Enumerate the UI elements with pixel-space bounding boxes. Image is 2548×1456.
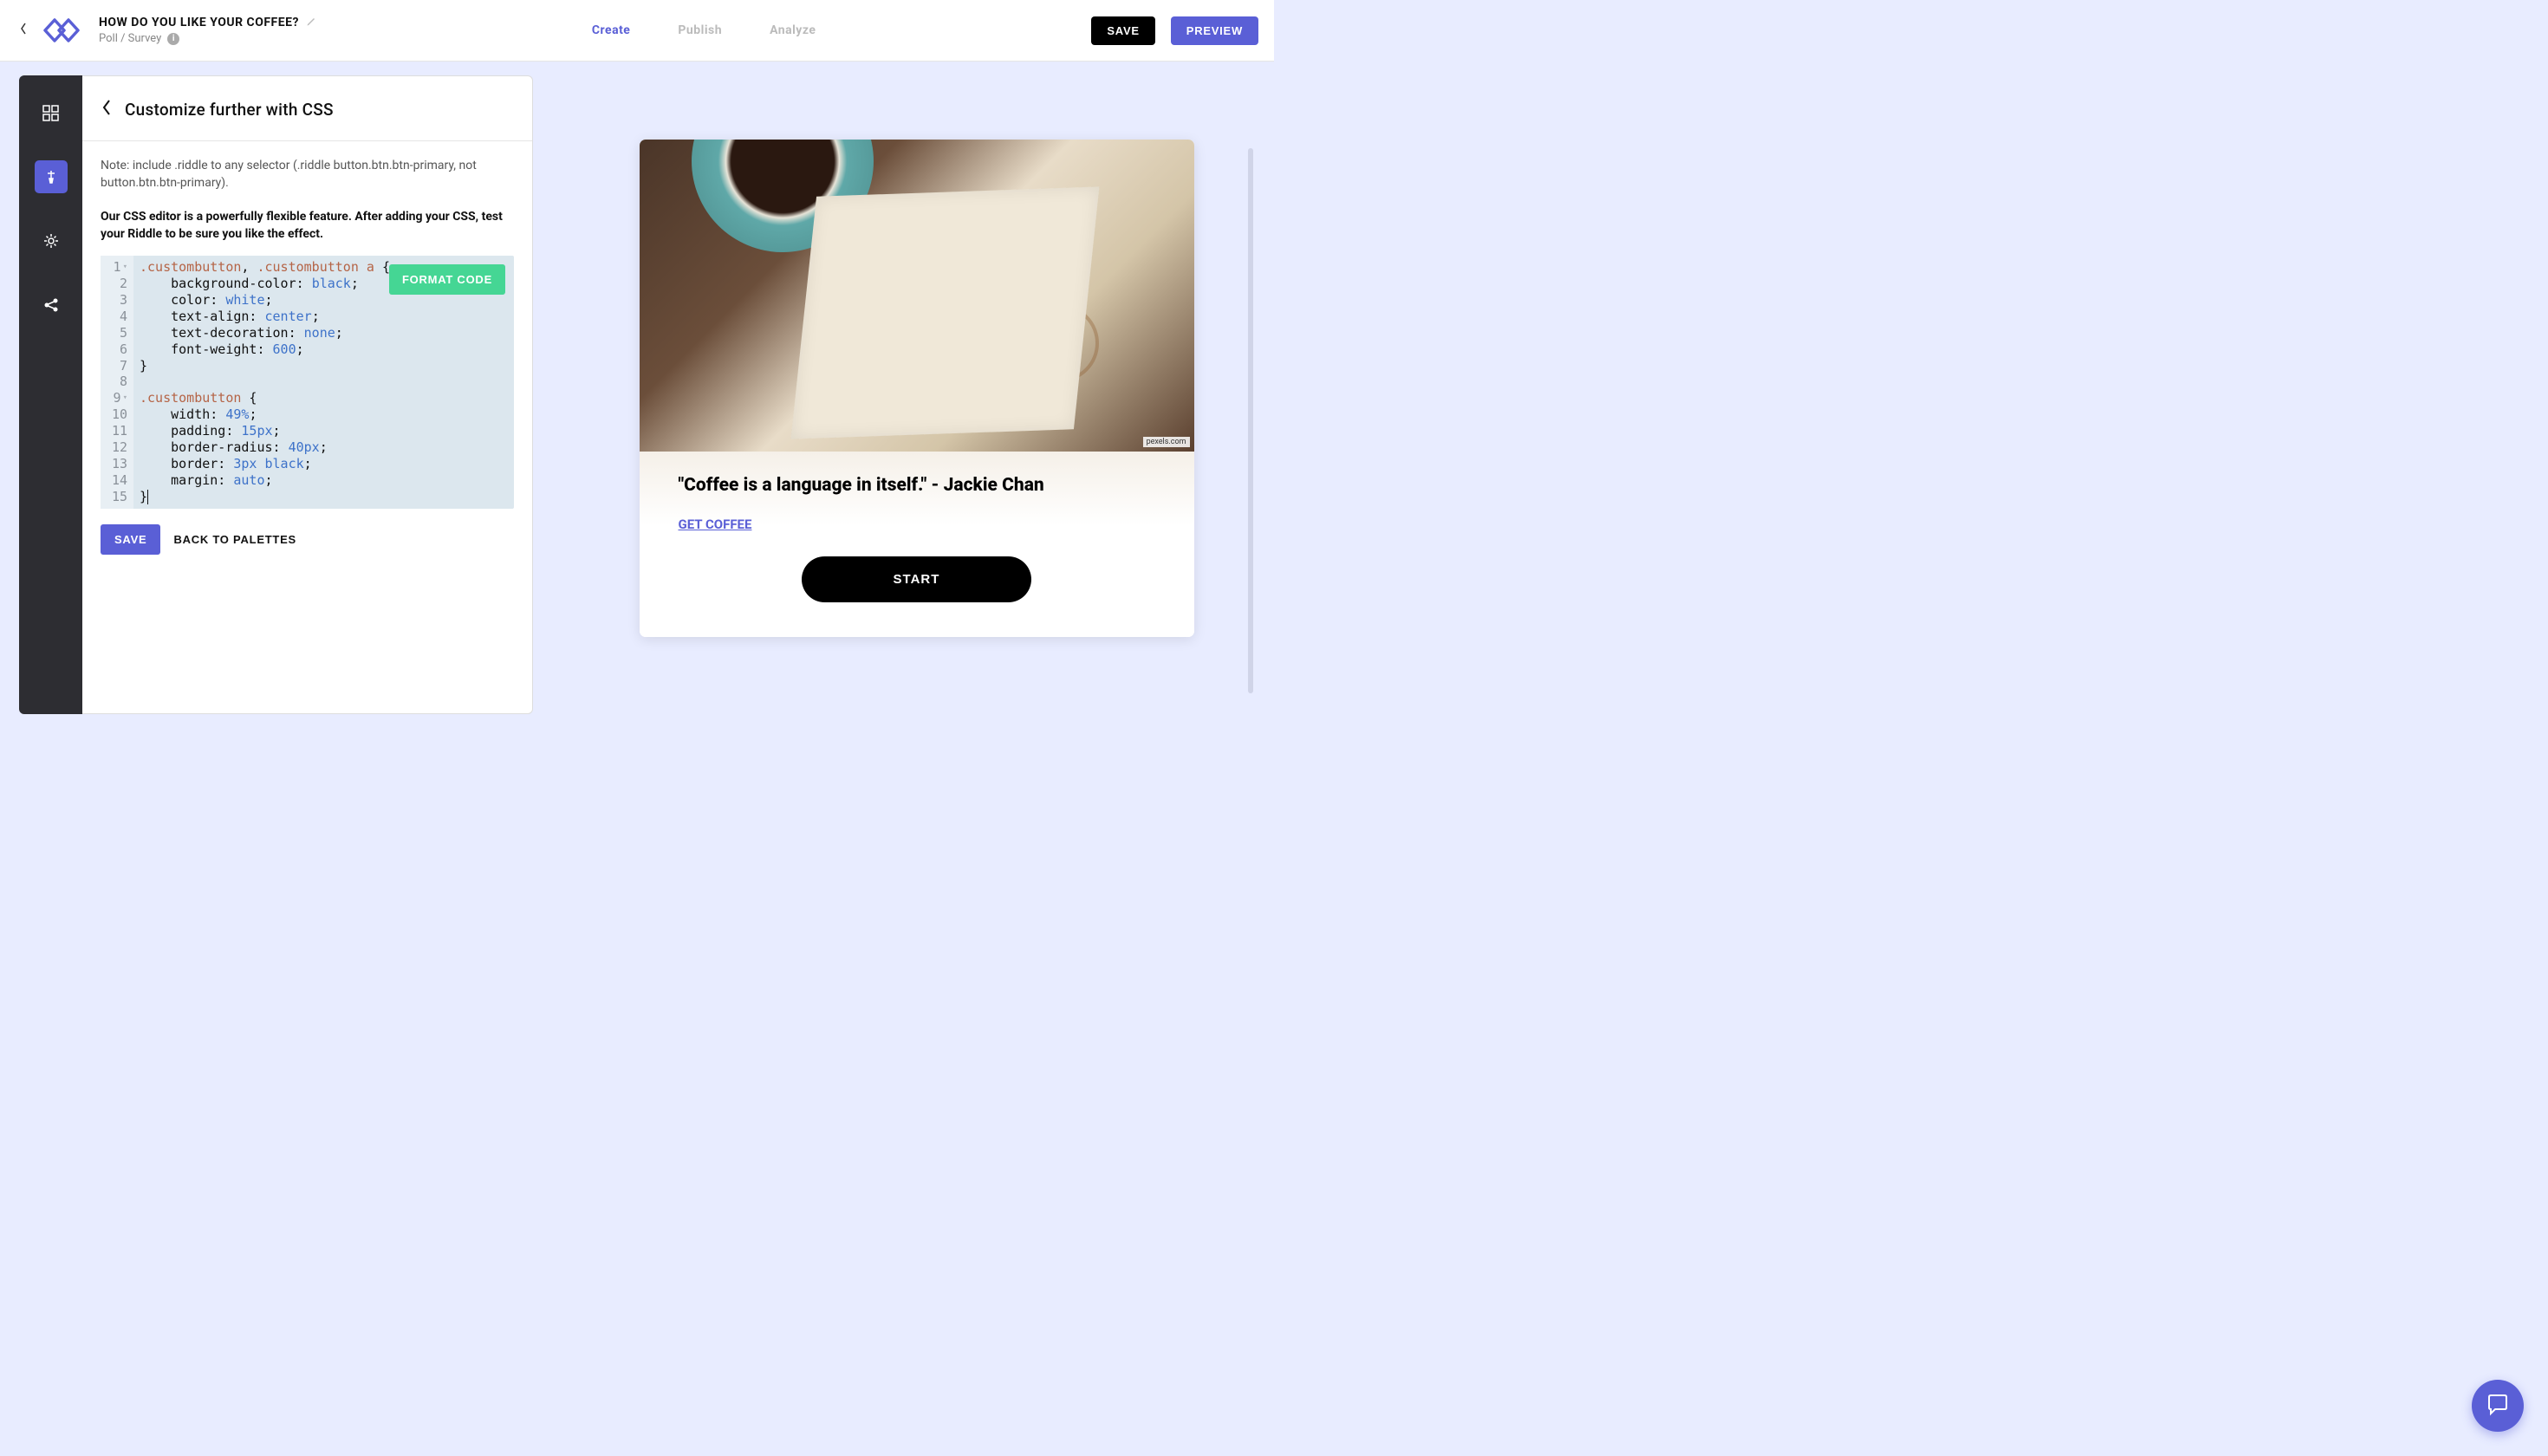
pencil-icon[interactable] <box>306 16 316 29</box>
panel-bold-note: Our CSS editor is a powerfully flexible … <box>101 208 514 244</box>
project-title: HOW DO YOU LIKE YOUR COFFEE? <box>99 16 299 29</box>
start-button[interactable]: START <box>802 556 1031 602</box>
code-line[interactable]: text-align: center; <box>140 309 508 325</box>
chat-button[interactable] <box>2472 1380 2524 1432</box>
decoration <box>822 261 995 382</box>
get-coffee-link[interactable]: GET COFFEE <box>679 517 752 532</box>
css-panel: Customize further with CSS Note: include… <box>82 75 533 714</box>
code-line[interactable]: .custombutton { <box>140 390 508 406</box>
gutter-line: 12 <box>108 439 127 456</box>
preview-quote: "Coffee is a language in itself." - Jack… <box>679 475 1155 496</box>
gutter-line: 7 <box>108 358 127 374</box>
preview-card: pexels.com "Coffee is a language in itse… <box>640 140 1194 637</box>
panel-note: Note: include .riddle to any selector (.… <box>101 157 514 192</box>
save-button[interactable]: SAVE <box>1091 16 1154 45</box>
sidebar-rail <box>19 75 82 714</box>
preview-image: pexels.com <box>640 140 1194 452</box>
gutter-line: 2 <box>108 276 127 292</box>
code-line[interactable]: border-radius: 40px; <box>140 439 508 456</box>
fold-icon[interactable]: ▾ <box>123 263 127 272</box>
gutter-line: 6 <box>108 341 127 358</box>
code-line[interactable]: } <box>140 489 508 505</box>
app-logo[interactable] <box>42 14 88 47</box>
gutter-line: 3 <box>108 292 127 309</box>
scrollbar[interactable] <box>1248 148 1253 693</box>
code-line[interactable]: text-decoration: none; <box>140 325 508 341</box>
decoration <box>978 226 1073 322</box>
gutter-line: 9▾ <box>108 390 127 406</box>
back-to-palettes-button[interactable]: BACK TO PALETTES <box>173 533 296 546</box>
project-type: Poll / Survey <box>99 32 161 45</box>
app-header: HOW DO YOU LIKE YOUR COFFEE? Poll / Surv… <box>0 0 1274 62</box>
fold-icon[interactable]: ▾ <box>123 393 127 403</box>
rail-share-icon[interactable] <box>35 289 68 322</box>
gutter-line: 13 <box>108 456 127 472</box>
panel-title: Customize further with CSS <box>125 100 334 120</box>
gutter-line: 11 <box>108 423 127 439</box>
image-credit: pexels.com <box>1143 437 1190 447</box>
rail-design-icon[interactable] <box>35 160 68 193</box>
info-icon[interactable]: i <box>167 33 179 45</box>
gutter-line: 4 <box>108 309 127 325</box>
rail-blocks-icon[interactable] <box>35 96 68 129</box>
nav-publish[interactable]: Publish <box>678 23 722 37</box>
panel-save-button[interactable]: SAVE <box>101 524 160 555</box>
rail-settings-icon[interactable] <box>35 224 68 257</box>
format-code-button[interactable]: FORMAT CODE <box>389 264 505 295</box>
code-line[interactable]: margin: auto; <box>140 472 508 489</box>
code-line[interactable]: } <box>140 358 508 374</box>
nav-create[interactable]: Create <box>592 23 631 37</box>
code-line[interactable]: padding: 15px; <box>140 423 508 439</box>
gutter-line: 15 <box>108 489 127 505</box>
gutter-line: 10 <box>108 406 127 423</box>
code-line[interactable]: width: 49%; <box>140 406 508 423</box>
code-line[interactable]: font-weight: 600; <box>140 341 508 358</box>
preview-button[interactable]: PREVIEW <box>1171 16 1258 45</box>
code-line[interactable]: border: 3px black; <box>140 456 508 472</box>
back-icon[interactable] <box>16 18 31 42</box>
nav-analyze[interactable]: Analyze <box>770 23 816 37</box>
gutter-line: 14 <box>108 472 127 489</box>
gutter-line: 8 <box>108 374 127 390</box>
panel-back-icon[interactable] <box>101 98 113 121</box>
preview-area: pexels.com "Coffee is a language in itse… <box>533 62 1274 728</box>
text-cursor <box>147 490 148 504</box>
code-line[interactable] <box>140 374 508 390</box>
decoration <box>1021 304 1099 382</box>
gutter-line: 1▾ <box>108 259 127 276</box>
gutter-line: 5 <box>108 325 127 341</box>
